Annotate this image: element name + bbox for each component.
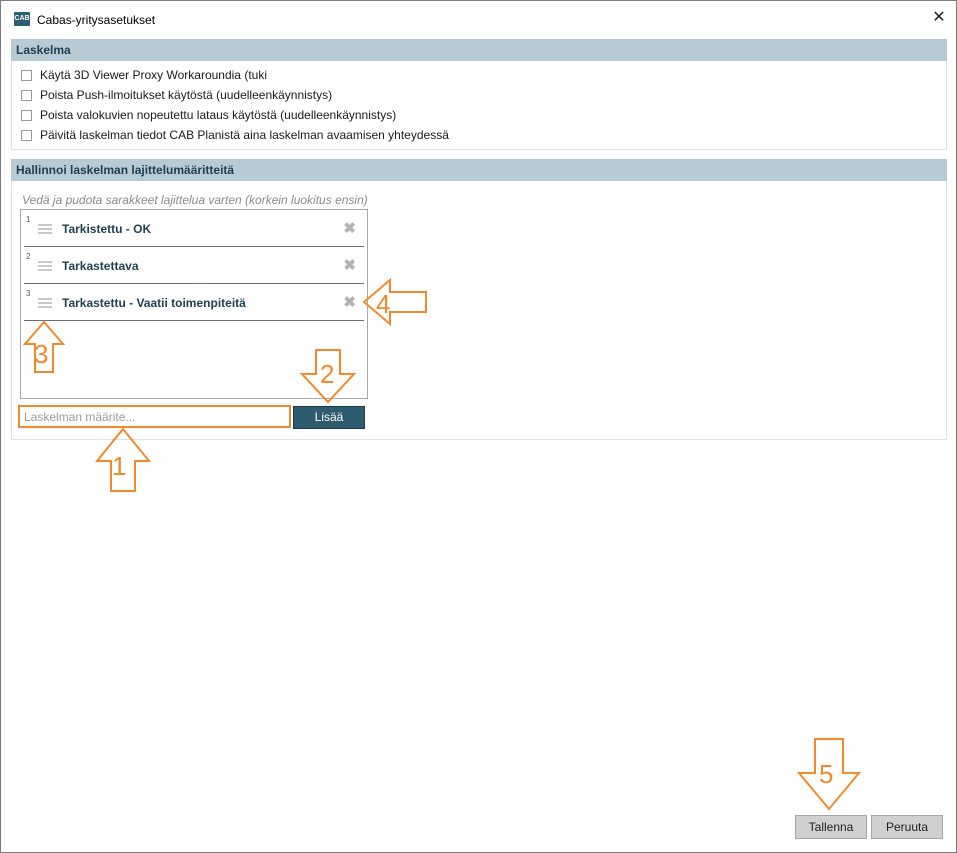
- callout-number: 1: [112, 451, 127, 481]
- remove-icon[interactable]: ✖: [343, 219, 356, 237]
- callout-arrow-left-icon: [362, 278, 427, 326]
- option-checkbox[interactable]: [21, 69, 32, 81]
- option-checkbox[interactable]: [21, 89, 32, 101]
- option-label: Poista Push-ilmoitukset käytöstä (uudell…: [40, 88, 333, 102]
- cancel-button[interactable]: Peruuta: [871, 815, 943, 839]
- sort-item[interactable]: 3 Tarkastettu - Vaatii toimenpiteitä ✖: [24, 284, 364, 321]
- sort-item-label: Tarkistettu - OK: [62, 222, 152, 236]
- callout-number: 4: [376, 289, 391, 319]
- title-bar: CAB Cabas-yritysasetukset ✕: [1, 1, 956, 35]
- add-button[interactable]: Lisää: [293, 406, 365, 429]
- save-button[interactable]: Tallenna: [795, 815, 867, 839]
- sort-item-rank: 2: [26, 252, 31, 261]
- option-row[interactable]: Poista valokuvien nopeutettu lataus käyt…: [21, 107, 396, 123]
- sort-item[interactable]: 1 Tarkistettu - OK ✖: [24, 210, 364, 247]
- option-label: Käytä 3D Viewer Proxy Workaroundia (tuki: [40, 68, 267, 82]
- drag-drop-hint: Vedä ja pudota sarakkeet lajittelua vart…: [22, 193, 368, 207]
- remove-icon[interactable]: ✖: [343, 293, 356, 311]
- callout-number: 3: [34, 339, 49, 369]
- option-checkbox[interactable]: [21, 109, 32, 121]
- close-button[interactable]: ✕: [922, 5, 956, 31]
- option-row[interactable]: Käytä 3D Viewer Proxy Workaroundia (tuki: [21, 67, 267, 83]
- drag-handle-icon[interactable]: [38, 261, 52, 271]
- remove-icon[interactable]: ✖: [343, 256, 356, 274]
- sort-item-label: Tarkastettava: [62, 259, 139, 273]
- section-header-sort-attributes: Hallinnoi laskelman lajittelumääritteitä: [11, 159, 947, 181]
- option-label: Poista valokuvien nopeutettu lataus käyt…: [40, 108, 397, 122]
- section-header-laskelma: Laskelma: [11, 39, 947, 61]
- option-row[interactable]: Poista Push-ilmoitukset käytöstä (uudell…: [21, 87, 332, 103]
- option-row[interactable]: Päivitä laskelman tiedot CAB Planistä ai…: [21, 127, 449, 143]
- callout-number: 2: [320, 359, 335, 389]
- window-title: Cabas-yritysasetukset: [37, 13, 156, 27]
- drag-handle-icon[interactable]: [38, 224, 52, 234]
- option-label: Päivitä laskelman tiedot CAB Planistä ai…: [40, 128, 449, 142]
- callout-number: 5: [819, 759, 834, 789]
- settings-dialog: CAB Cabas-yritysasetukset ✕ Laskelma Käy…: [0, 0, 957, 853]
- sort-item-rank: 1: [26, 215, 31, 224]
- drag-handle-icon[interactable]: [38, 298, 52, 308]
- cab-app-icon: CAB: [14, 12, 30, 26]
- sort-item-label: Tarkastettu - Vaatii toimenpiteitä: [62, 296, 246, 310]
- sort-attribute-input[interactable]: [18, 405, 291, 428]
- sort-item-rank: 3: [26, 289, 31, 298]
- option-checkbox[interactable]: [21, 129, 32, 141]
- sort-item[interactable]: 2 Tarkastettava ✖: [24, 247, 364, 284]
